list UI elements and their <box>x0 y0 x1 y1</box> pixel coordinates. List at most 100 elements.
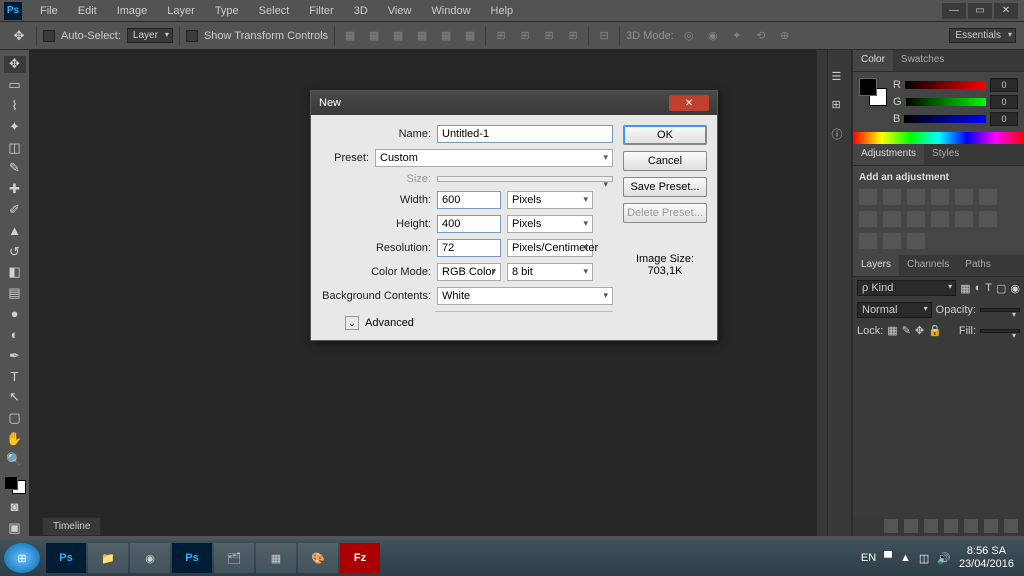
distribute-icon[interactable]: ⊞ <box>540 27 558 45</box>
lock-trans-icon[interactable]: ▦ <box>887 324 897 337</box>
dialog-close-button[interactable]: ✕ <box>669 95 709 111</box>
hand-tool[interactable]: ✋ <box>4 430 26 447</box>
adj-hue-icon[interactable] <box>979 189 997 205</box>
menu-filter[interactable]: Filter <box>299 5 343 17</box>
taskbar-explorer-icon[interactable]: 📁 <box>88 543 128 573</box>
color-swatch[interactable] <box>4 476 26 494</box>
3d-icon[interactable]: ✦ <box>728 27 746 45</box>
fx-icon[interactable] <box>904 519 918 533</box>
shape-tool[interactable]: ▢ <box>4 410 26 427</box>
mask-icon[interactable] <box>924 519 938 533</box>
adj-curves-icon[interactable] <box>907 189 925 205</box>
g-value[interactable]: 0 <box>990 95 1018 109</box>
taskbar-app-icon[interactable]: ▦ <box>256 543 296 573</box>
dodge-tool[interactable]: ◐ <box>4 326 26 343</box>
menu-image[interactable]: Image <box>107 5 158 17</box>
tray-volume-icon[interactable]: 🔊 <box>937 552 951 565</box>
eyedropper-tool[interactable]: ✎ <box>4 160 26 177</box>
type-tool[interactable]: T <box>4 368 26 385</box>
tab-color[interactable]: Color <box>853 50 893 71</box>
distribute-icon[interactable]: ⊞ <box>564 27 582 45</box>
adj-gmap-icon[interactable] <box>883 233 901 249</box>
arrange-icon[interactable]: ⊟ <box>595 27 613 45</box>
adj-poster-icon[interactable] <box>979 211 997 227</box>
name-input[interactable] <box>437 125 613 143</box>
filter-pixel-icon[interactable]: ▦ <box>960 282 970 295</box>
adj-brightness-icon[interactable] <box>859 189 877 205</box>
tab-channels[interactable]: Channels <box>899 255 957 276</box>
3d-icon[interactable]: ⊕ <box>776 27 794 45</box>
history-icon[interactable]: ☰ <box>832 70 848 86</box>
cancel-button[interactable]: Cancel <box>623 151 707 171</box>
menu-select[interactable]: Select <box>249 5 300 17</box>
screenmode-tool[interactable]: ▣ <box>4 519 26 536</box>
taskbar-chrome-icon[interactable]: ◉ <box>130 543 170 573</box>
brush-tool[interactable]: ✐ <box>4 202 26 219</box>
b-slider[interactable] <box>904 115 986 123</box>
resolution-unit[interactable]: Pixels/Centimeter <box>507 239 593 257</box>
path-tool[interactable]: ↖ <box>4 389 26 406</box>
properties-icon[interactable]: ⊞ <box>832 98 848 114</box>
delete-icon[interactable] <box>1004 519 1018 533</box>
blend-mode[interactable]: Normal <box>857 302 932 318</box>
b-value[interactable]: 0 <box>990 112 1018 126</box>
fg-bg-swatch[interactable] <box>859 78 887 106</box>
taskbar-photoshop-icon[interactable]: Ps <box>46 543 86 573</box>
distribute-icon[interactable]: ⊞ <box>492 27 510 45</box>
bg-select[interactable]: White <box>437 287 613 305</box>
auto-select-target[interactable]: Layer <box>127 28 173 43</box>
adj-levels-icon[interactable] <box>883 189 901 205</box>
filter-adj-icon[interactable]: ◐ <box>975 282 982 294</box>
tab-layers[interactable]: Layers <box>853 255 899 276</box>
ok-button[interactable]: OK <box>623 125 707 145</box>
distribute-icon[interactable]: ⊞ <box>516 27 534 45</box>
tab-adjustments[interactable]: Adjustments <box>853 144 924 165</box>
preset-select[interactable]: Custom <box>375 149 613 167</box>
advanced-toggle[interactable]: ⌄ Advanced <box>345 316 613 330</box>
adj-lookup-icon[interactable] <box>931 211 949 227</box>
menu-help[interactable]: Help <box>481 5 524 17</box>
resolution-input[interactable] <box>437 239 501 257</box>
menu-file[interactable]: File <box>30 5 68 17</box>
spectrum-bar[interactable] <box>853 132 1024 144</box>
tab-paths[interactable]: Paths <box>957 255 999 276</box>
close-button[interactable]: ✕ <box>994 3 1018 19</box>
link-icon[interactable] <box>884 519 898 533</box>
save-preset-button[interactable]: Save Preset... <box>623 177 707 197</box>
taskbar-photoshop2-icon[interactable]: Ps <box>172 543 212 573</box>
colordepth-select[interactable]: 8 bit <box>507 263 593 281</box>
marquee-tool[interactable]: ▭ <box>4 77 26 94</box>
menu-layer[interactable]: Layer <box>157 5 205 17</box>
character-icon[interactable]: ⓘ <box>832 126 848 142</box>
align-icon[interactable]: ▦ <box>461 27 479 45</box>
height-input[interactable] <box>437 215 501 233</box>
eraser-tool[interactable]: ◧ <box>4 264 26 281</box>
dialog-titlebar[interactable]: New ✕ <box>311 91 717 115</box>
maximize-button[interactable]: ▭ <box>968 3 992 19</box>
align-icon[interactable]: ▦ <box>413 27 431 45</box>
tab-timeline[interactable]: Timeline <box>42 517 101 536</box>
opacity-value[interactable] <box>980 308 1020 312</box>
move-tool[interactable]: ✥ <box>4 56 26 73</box>
taskbar-paint-icon[interactable]: 🎨 <box>298 543 338 573</box>
align-icon[interactable]: ▦ <box>437 27 455 45</box>
3d-icon[interactable]: ◉ <box>704 27 722 45</box>
stamp-tool[interactable]: ▲ <box>4 222 26 239</box>
gradient-tool[interactable]: ▤ <box>4 285 26 302</box>
adj-invert-icon[interactable] <box>955 211 973 227</box>
blur-tool[interactable]: ● <box>4 306 26 323</box>
height-unit[interactable]: Pixels <box>507 215 593 233</box>
wand-tool[interactable]: ✦ <box>4 118 26 135</box>
adj-photo-icon[interactable] <box>883 211 901 227</box>
adj-exposure-icon[interactable] <box>931 189 949 205</box>
layer-kind[interactable]: ρ Kind <box>857 280 956 296</box>
ps-logo[interactable]: Ps <box>4 2 22 20</box>
menu-window[interactable]: Window <box>421 5 480 17</box>
align-icon[interactable]: ▦ <box>365 27 383 45</box>
start-button[interactable]: ⊞ <box>4 543 40 573</box>
adj-mixer-icon[interactable] <box>907 211 925 227</box>
group-icon[interactable] <box>964 519 978 533</box>
taskbar-filezilla-icon[interactable]: Fz <box>340 543 380 573</box>
filter-shape-icon[interactable]: ▢ <box>996 282 1006 295</box>
history-brush-tool[interactable]: ↺ <box>4 243 26 260</box>
